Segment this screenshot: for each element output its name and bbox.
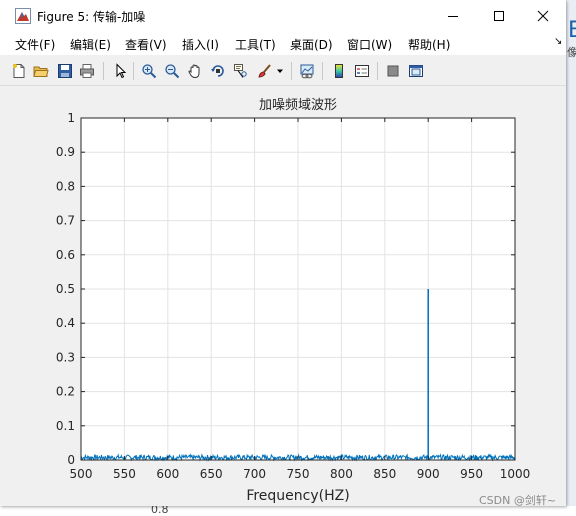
title-bar[interactable]: Figure 5: 传输-加噪 — [0, 0, 566, 31]
plot-area[interactable]: 500 550 600 650 700 750 800 850 900 950 1000 0 0.1 0.… — [0, 86, 566, 506]
watermark: CSDN @剑轩~ — [479, 494, 557, 507]
menu-tools[interactable]: 工具(T) — [235, 36, 276, 53]
matlab-icon — [15, 8, 31, 24]
menu-file[interactable]: 文件(F) — [15, 36, 55, 53]
y-tick-label: 0 — [67, 453, 75, 467]
pointer-icon[interactable] — [110, 61, 130, 81]
brush-dropdown-icon[interactable] — [274, 61, 286, 81]
open-file-icon[interactable] — [31, 61, 51, 81]
x-tick-label: 550 — [113, 467, 136, 481]
pan-icon[interactable] — [185, 61, 205, 81]
maximize-icon — [494, 10, 504, 21]
y-tick-label: 0.9 — [56, 145, 75, 159]
x-tick-label: 500 — [70, 467, 93, 481]
y-tick-label: 0.5 — [56, 282, 75, 296]
x-tick-label: 700 — [243, 467, 266, 481]
y-tick-label: 0.7 — [56, 214, 75, 228]
menu-dock-icon[interactable]: ↘ — [554, 36, 562, 47]
menu-view[interactable]: 查看(V) — [125, 36, 167, 53]
y-tick-label: 0.1 — [56, 419, 75, 433]
background-fragment: B — [568, 18, 576, 43]
close-button[interactable] — [520, 0, 566, 31]
zoom-out-icon[interactable] — [162, 61, 182, 81]
x-tick-label: 800 — [330, 467, 353, 481]
toolbar-separator — [377, 62, 378, 80]
chart-title: 加噪频域波形 — [259, 98, 337, 113]
x-tick-label: 600 — [156, 467, 179, 481]
y-tick-label: 0.4 — [56, 316, 75, 330]
menu-help[interactable]: 帮助(H) — [408, 36, 450, 53]
toolbar-separator — [133, 62, 134, 80]
new-figure-icon[interactable] — [9, 61, 29, 81]
hide-plot-tools-icon[interactable] — [383, 61, 403, 81]
colorbar-icon[interactable] — [329, 61, 349, 81]
save-icon[interactable] — [55, 61, 75, 81]
link-plot-icon[interactable] — [297, 61, 317, 81]
x-tick-label: 750 — [287, 467, 310, 481]
y-tick-label: 0.6 — [56, 248, 75, 262]
figure-toolbar — [0, 57, 566, 86]
menu-bar: 文件(F) 编辑(E) 查看(V) 插入(I) 工具(T) 桌面(D) 窗口(W… — [0, 31, 566, 55]
toolbar-separator — [291, 62, 292, 80]
toolbar-separator — [322, 62, 323, 80]
figure-window: Figure 5: 传输-加噪 文件(F) 编辑(E) 查看(V) 插入(I) … — [0, 0, 566, 506]
menu-desktop[interactable]: 桌面(D) — [290, 36, 333, 53]
menu-insert[interactable]: 插入(I) — [182, 36, 219, 53]
minimize-button[interactable] — [430, 0, 476, 31]
window-title: Figure 5: 传输-加噪 — [37, 10, 146, 24]
x-axis-label: Frequency(HZ) — [246, 488, 349, 504]
zoom-in-icon[interactable] — [139, 61, 159, 81]
x-tick-label: 850 — [373, 467, 396, 481]
background-desktop — [566, 0, 576, 514]
show-plot-tools-icon[interactable] — [406, 61, 426, 81]
chart-svg[interactable]: 500 550 600 650 700 750 800 850 900 950 1000 0 0.1 0.… — [0, 86, 566, 506]
maximize-button[interactable] — [476, 0, 522, 31]
brush-icon[interactable] — [255, 61, 275, 81]
y-tick-label: 0.2 — [56, 385, 75, 399]
menu-window[interactable]: 窗口(W) — [347, 36, 392, 53]
x-tick-label: 1000 — [500, 467, 531, 481]
legend-icon[interactable] — [352, 61, 372, 81]
data-cursor-icon[interactable] — [231, 61, 251, 81]
y-tick-label: 0.3 — [56, 350, 75, 364]
x-tick-label: 650 — [200, 467, 223, 481]
minimize-icon — [448, 15, 458, 17]
menu-edit[interactable]: 编辑(E) — [70, 36, 111, 53]
y-tick-label: 1 — [67, 111, 75, 125]
x-tick-label: 900 — [417, 467, 440, 481]
x-tick-label: 950 — [460, 467, 483, 481]
y-tick-label: 0.8 — [56, 179, 75, 193]
print-icon[interactable] — [77, 61, 97, 81]
toolbar-separator — [103, 62, 104, 80]
close-icon — [537, 10, 549, 21]
background-fragment: 像 — [567, 46, 576, 59]
rotate-3d-icon[interactable] — [208, 61, 228, 81]
